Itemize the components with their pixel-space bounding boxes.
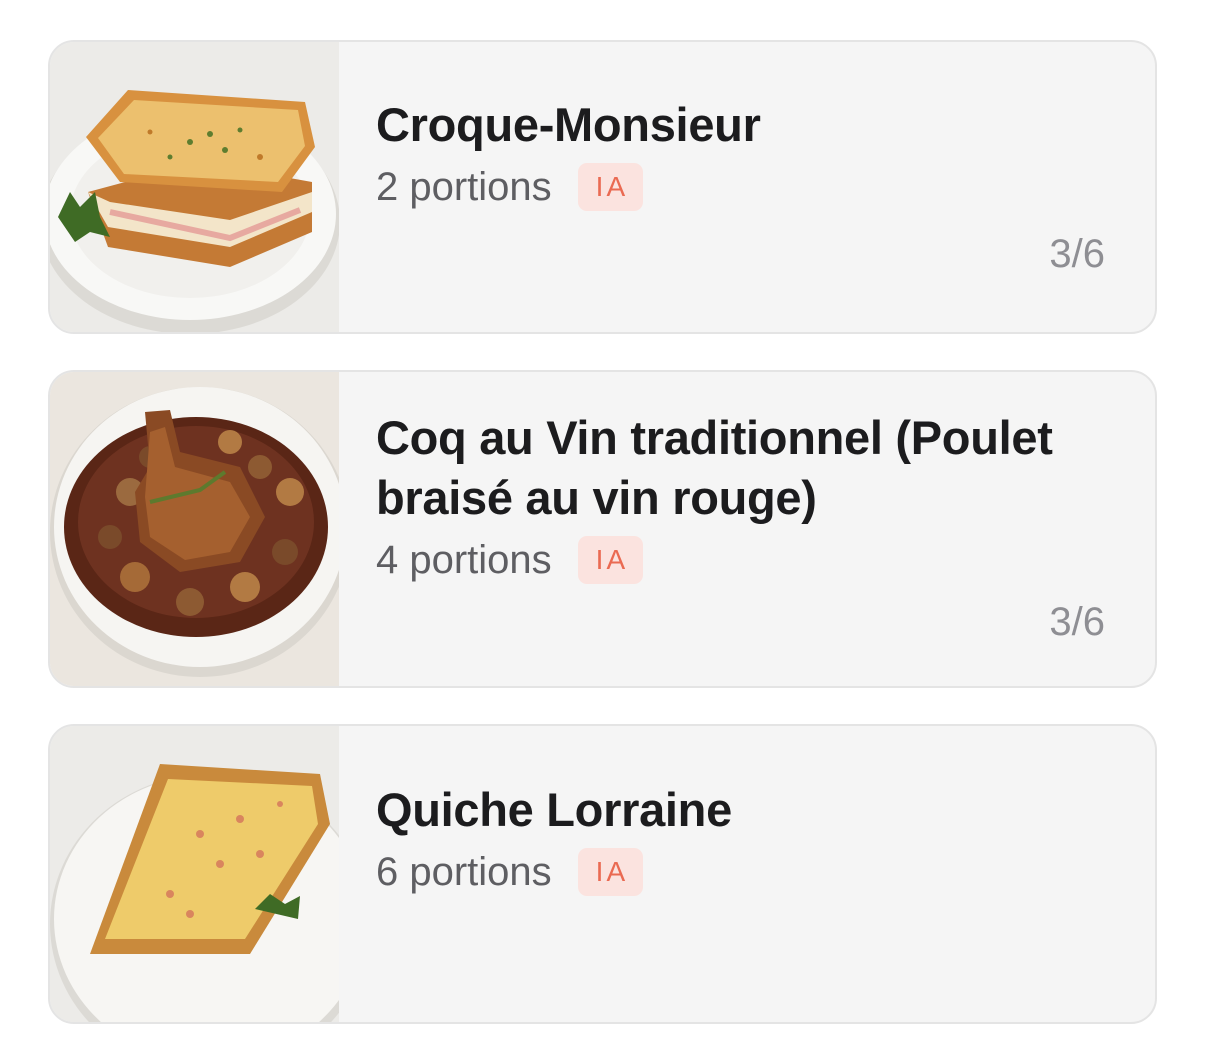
recipe-progress: 3/6	[1049, 232, 1105, 276]
recipe-list: Croque-Monsieur 2 portions IA 3/6 Coq au…	[48, 40, 1157, 1060]
recipe-info: Croque-Monsieur 2 portions IA 3/6	[339, 42, 1155, 332]
recipe-title: Coq au Vin traditionnel (Poulet braisé a…	[376, 411, 1053, 524]
recipe-image-quiche-lorraine	[50, 726, 339, 1022]
recipe-portions: 6 portions	[376, 849, 552, 894]
recipe-meta: 4 portions IA	[376, 534, 1105, 586]
recipe-info: Coq au Vin traditionnel (Poulet braisé a…	[339, 372, 1155, 686]
recipe-card-croque-monsieur[interactable]: Croque-Monsieur 2 portions IA 3/6	[48, 40, 1157, 334]
recipe-title: Croque-Monsieur	[376, 98, 761, 151]
recipe-portions: 2 portions	[376, 164, 552, 209]
recipe-meta: 6 portions IA	[376, 846, 1105, 898]
recipe-portions: 4 portions	[376, 537, 552, 582]
recipe-image-croque-monsieur	[50, 42, 339, 332]
recipe-card-quiche-lorraine[interactable]: Quiche Lorraine 6 portions IA	[48, 724, 1157, 1024]
recipe-image-coq-au-vin	[50, 372, 339, 686]
recipe-meta: 2 portions IA	[376, 161, 1105, 213]
ai-badge: IA	[577, 848, 644, 896]
recipe-card-coq-au-vin[interactable]: Coq au Vin traditionnel (Poulet braisé a…	[48, 370, 1157, 688]
ai-badge: IA	[577, 536, 644, 584]
recipe-info: Quiche Lorraine 6 portions IA	[339, 726, 1155, 1022]
recipe-progress: 3/6	[1049, 600, 1105, 644]
ai-badge: IA	[577, 163, 644, 211]
recipe-title: Quiche Lorraine	[376, 783, 732, 836]
